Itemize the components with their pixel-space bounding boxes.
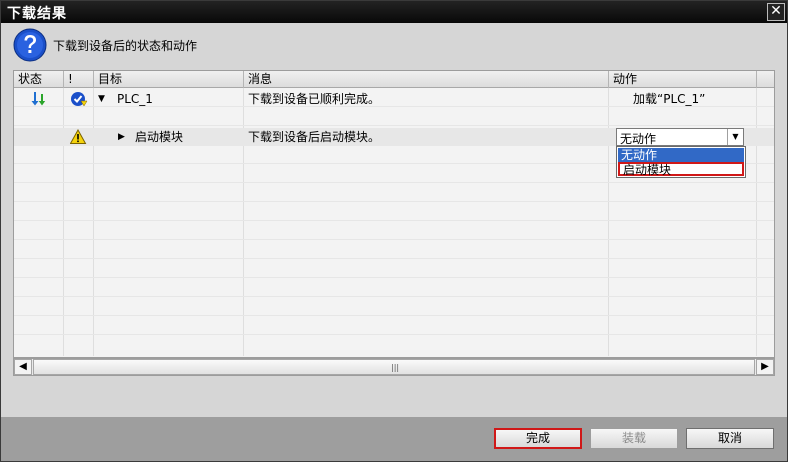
row-message: 下载到设备后启动模块。 — [248, 130, 381, 144]
col-filler — [757, 71, 774, 88]
row-target: PLC_1 — [117, 92, 153, 106]
header-area: 下载到设备后的状态和动作 — [1, 23, 787, 67]
chevron-down-icon[interactable]: ▼ — [727, 129, 743, 145]
col-target[interactable]: 目标 — [94, 71, 244, 88]
table-row[interactable]: ▼ PLC_1 下载到设备已顺利完成。 加载“PLC_1” — [14, 90, 774, 108]
title-bar: 下载结果 ✕ — [1, 1, 787, 23]
grip-icon: ||| — [391, 363, 400, 372]
load-button[interactable]: 装载 — [590, 428, 678, 449]
col-alert[interactable]: ! — [64, 71, 94, 88]
dialog-title: 下载结果 — [7, 6, 67, 22]
check-badge-icon — [71, 92, 88, 107]
dropdown-option-start-module[interactable]: 启动模块 — [618, 162, 744, 176]
warning-icon — [70, 129, 87, 144]
dropdown-list: 无动作 启动模块 — [616, 146, 746, 178]
scroll-thumb[interactable]: ||| — [33, 359, 755, 375]
download-results-dialog: 下载结果 ✕ 下载到设备后的状态和动作 状态 ! 目标 消息 动作 ▼ PLC_… — [0, 0, 788, 462]
row-message: 下载到设备已顺利完成。 — [248, 92, 381, 106]
question-icon — [13, 28, 47, 62]
header-description: 下载到设备后的状态和动作 — [53, 39, 198, 53]
col-status[interactable]: 状态 — [14, 71, 64, 88]
row-target: 启动模块 — [135, 130, 184, 144]
scroll-left-button[interactable]: ◀ — [14, 359, 32, 375]
finish-button[interactable]: 完成 — [494, 428, 582, 449]
horizontal-scrollbar[interactable]: ◀ ||| ▶ — [13, 358, 775, 376]
action-dropdown[interactable]: 无动作 ▼ — [616, 128, 744, 146]
download-arrows-icon — [31, 92, 46, 106]
cancel-button[interactable]: 取消 — [686, 428, 774, 449]
row-action: 加载“PLC_1” — [633, 92, 706, 106]
scroll-right-button[interactable]: ▶ — [756, 359, 774, 375]
dropdown-selected: 无动作 — [620, 132, 657, 146]
col-message[interactable]: 消息 — [244, 71, 609, 88]
dropdown-option-no-action[interactable]: 无动作 — [618, 148, 744, 162]
row-expander[interactable]: ▶ — [118, 128, 125, 146]
results-table: 状态 ! 目标 消息 动作 ▼ PLC_1 下载到设备已顺利完成。 加载“PLC… — [13, 70, 775, 358]
table-header: 状态 ! 目标 消息 动作 — [14, 71, 774, 88]
row-expander[interactable]: ▼ — [98, 90, 105, 108]
col-action[interactable]: 动作 — [609, 71, 757, 88]
close-button[interactable]: ✕ — [767, 3, 785, 21]
